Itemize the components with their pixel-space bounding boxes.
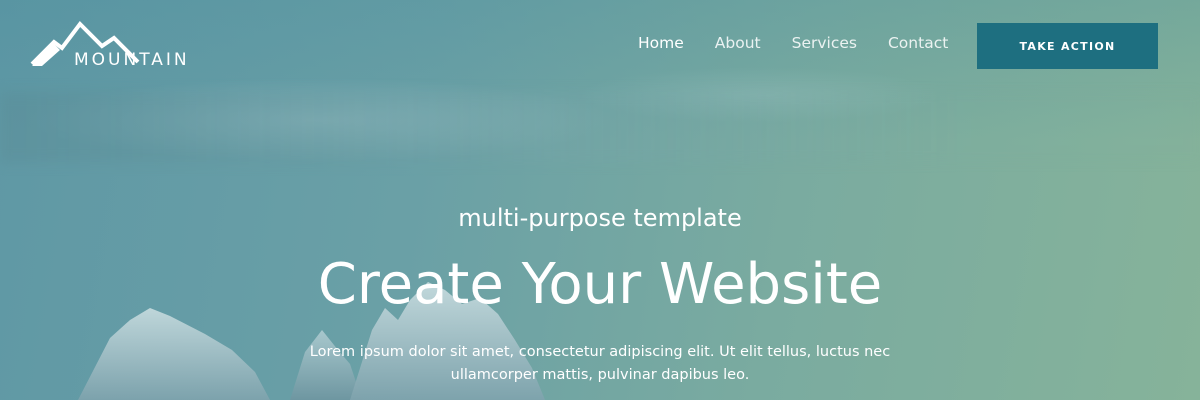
cloud-band [0, 92, 1200, 162]
main-nav: Home About Services Contact [638, 34, 979, 52]
hero-body-text: Lorem ipsum dolor sit amet, consectetur … [309, 344, 891, 383]
hero-headline: Create Your Website [317, 252, 883, 317]
logo[interactable]: MOUNTAIN [30, 20, 210, 70]
nav-item-about[interactable]: About [715, 34, 761, 52]
hero-subtitle: multi-purpose template [458, 204, 742, 232]
brand-name: MOUNTAIN [74, 50, 190, 70]
hero-section: MOUNTAIN Home About Services Contact TAK… [0, 0, 1200, 400]
nav-item-contact[interactable]: Contact [888, 34, 948, 52]
nav-item-home[interactable]: Home [638, 34, 684, 52]
take-action-button[interactable]: TAKE ACTION [977, 23, 1158, 69]
nav-item-services[interactable]: Services [792, 34, 857, 52]
